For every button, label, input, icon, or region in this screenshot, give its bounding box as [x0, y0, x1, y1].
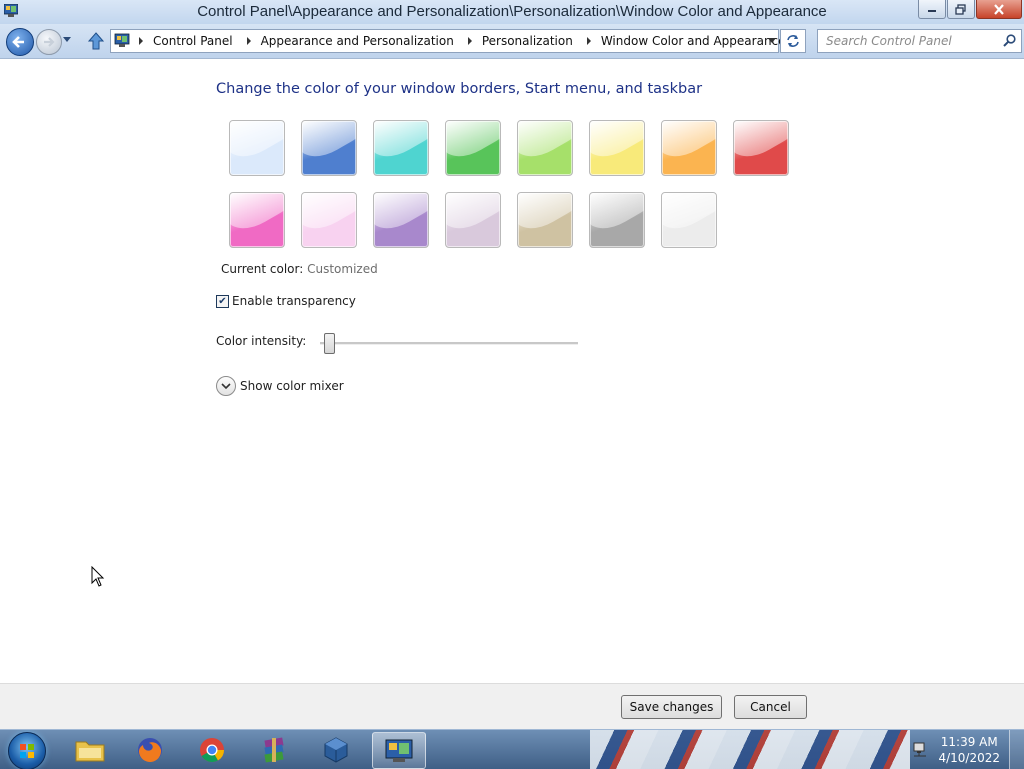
forward-button[interactable]: [36, 29, 62, 55]
start-button[interactable]: [8, 732, 46, 769]
window-title: Control Panel\Appearance and Personaliza…: [197, 3, 827, 20]
chrome-icon: [200, 737, 224, 762]
mouse-cursor-icon: [91, 566, 105, 587]
color-swatch-twilight[interactable]: [301, 120, 357, 176]
search-box[interactable]: [817, 29, 1022, 53]
color-swatch-sea[interactable]: [373, 120, 429, 176]
color-swatch-lavender[interactable]: [445, 192, 501, 248]
color-swatch-pumpkin[interactable]: [661, 120, 717, 176]
refresh-button[interactable]: [780, 29, 806, 53]
color-swatch-violet[interactable]: [373, 192, 429, 248]
clock[interactable]: 11:39 AM 4/10/2022: [938, 734, 1000, 766]
show-color-mixer-button[interactable]: [216, 376, 236, 396]
folder-icon: [75, 741, 105, 761]
color-swatch-ruby[interactable]: [733, 120, 789, 176]
color-intensity-label: Color intensity:: [216, 334, 307, 348]
breadcrumb-window-color[interactable]: Window Color and Appearance: [601, 34, 786, 48]
color-swatch-taupe[interactable]: [517, 192, 573, 248]
clock-date: 4/10/2022: [938, 751, 1000, 765]
taskbar-chrome[interactable]: [186, 732, 238, 767]
color-intensity-slider-thumb[interactable]: [324, 333, 335, 354]
forward-arrow-icon: [44, 37, 55, 47]
taskbar: 11:39 AM 4/10/2022: [0, 729, 1024, 769]
title-bar: Control Panel\Appearance and Personaliza…: [0, 0, 1024, 24]
color-swatch-lemon[interactable]: [589, 120, 645, 176]
current-color-value: Customized: [307, 262, 378, 276]
address-dropdown-icon[interactable]: [768, 38, 776, 43]
wallpaper-peek: [590, 730, 910, 769]
color-swatch-chocolate[interactable]: [589, 192, 645, 248]
color-swatch-leaf[interactable]: [445, 120, 501, 176]
breadcrumb-separator-icon[interactable]: [467, 37, 472, 45]
current-color: Current color: Customized: [221, 262, 378, 276]
network-icon[interactable]: [912, 741, 928, 757]
color-swatch-fuchsia[interactable]: [229, 192, 285, 248]
save-changes-button[interactable]: Save changes: [621, 695, 722, 719]
breadcrumb-separator-icon[interactable]: [139, 37, 143, 45]
breadcrumb-separator-icon[interactable]: [586, 37, 591, 45]
taskbar-control-panel[interactable]: [372, 732, 426, 769]
virtualbox-icon: [324, 736, 348, 763]
back-button[interactable]: [6, 28, 34, 56]
address-bar[interactable]: Control Panel Appearance and Personaliza…: [110, 29, 786, 53]
minimize-icon: [928, 10, 936, 12]
up-folder-icon[interactable]: [86, 31, 106, 51]
color-intensity-track[interactable]: [320, 342, 578, 345]
winrar-icon: [264, 736, 284, 763]
page-heading: Change the color of your window borders,…: [216, 81, 703, 97]
minimize-button[interactable]: [918, 0, 946, 19]
taskbar-firefox[interactable]: [124, 732, 176, 767]
show-desktop-button[interactable]: [1009, 730, 1024, 769]
taskbar-winrar[interactable]: [248, 732, 300, 767]
system-tray: 11:39 AM 4/10/2022: [904, 730, 1024, 769]
firefox-icon: [138, 737, 162, 762]
search-input[interactable]: [824, 33, 998, 49]
show-color-mixer-label[interactable]: Show color mixer: [240, 379, 344, 393]
restore-icon: [955, 3, 966, 15]
breadcrumb-separator-icon[interactable]: [246, 37, 251, 45]
breadcrumb: Control Panel Appearance and Personaliza…: [135, 34, 786, 48]
close-button[interactable]: [976, 0, 1022, 19]
enable-transparency-checkbox[interactable]: ✔: [216, 295, 229, 308]
color-swatch-sky[interactable]: [229, 120, 285, 176]
windows-logo-icon: [20, 744, 34, 758]
cancel-button[interactable]: Cancel: [734, 695, 807, 719]
color-swatch-slate[interactable]: [661, 192, 717, 248]
color-swatch-blush[interactable]: [301, 192, 357, 248]
clock-time: 11:39 AM: [940, 735, 998, 749]
restore-button[interactable]: [947, 0, 975, 19]
current-color-label: Current color:: [221, 262, 304, 276]
recent-pages-dropdown[interactable]: [62, 36, 72, 44]
breadcrumb-control-panel[interactable]: Control Panel: [153, 34, 233, 48]
taskbar-virtualbox[interactable]: [310, 732, 362, 767]
control-panel-icon: [114, 33, 130, 47]
navigation-bar: Control Panel Appearance and Personaliza…: [0, 24, 1024, 59]
color-swatch-lime[interactable]: [517, 120, 573, 176]
control-panel-icon: [385, 739, 413, 762]
breadcrumb-appearance[interactable]: Appearance and Personalization: [261, 34, 454, 48]
search-icon[interactable]: [1003, 34, 1016, 47]
chevron-down-icon: [221, 382, 231, 389]
dialog-footer: Save changes Cancel: [0, 683, 1024, 730]
close-icon: [994, 3, 1004, 15]
refresh-icon: [787, 35, 799, 47]
back-arrow-icon: [12, 36, 24, 48]
taskbar-file-explorer[interactable]: [64, 732, 116, 767]
breadcrumb-personalization[interactable]: Personalization: [482, 34, 573, 48]
enable-transparency-label[interactable]: Enable transparency: [232, 294, 356, 308]
